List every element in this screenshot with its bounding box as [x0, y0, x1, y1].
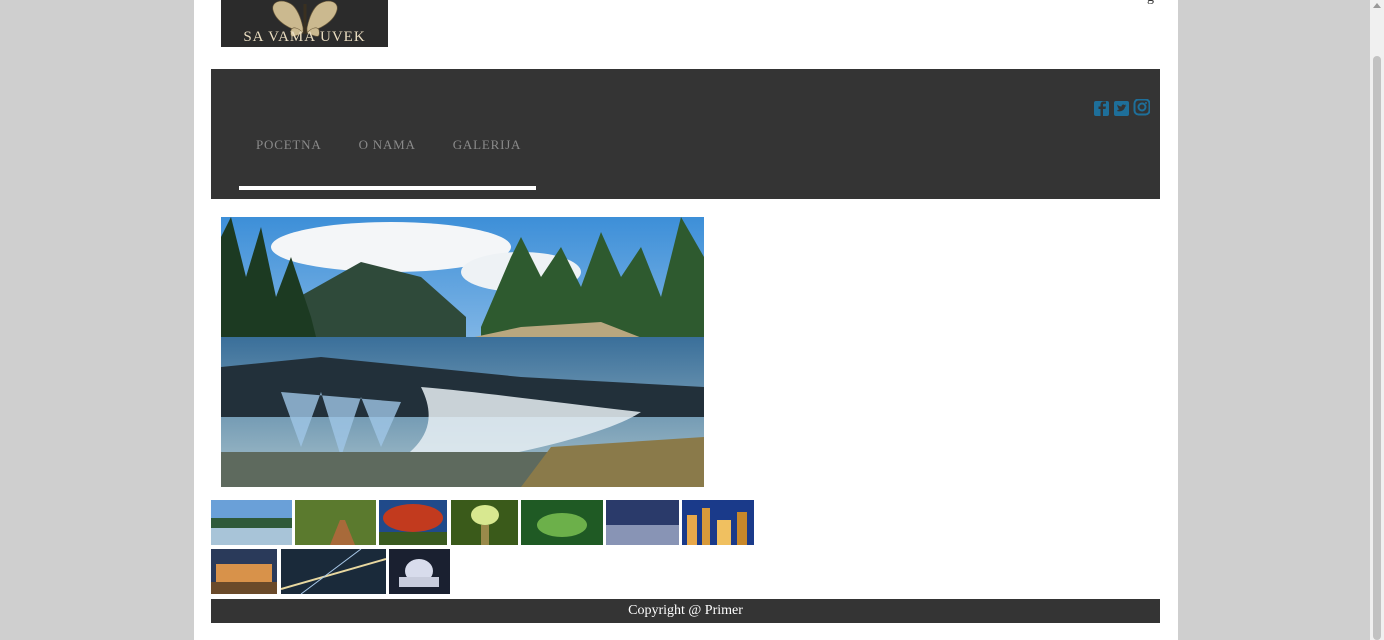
scrollbar-thumb[interactable] [1373, 56, 1381, 640]
nav-item-pocetna[interactable]: POCETNA [256, 137, 322, 153]
nav-item-galerija[interactable]: GALERIJA [453, 137, 522, 153]
facebook-icon[interactable] [1093, 99, 1110, 116]
thumbnail-waterfall[interactable] [211, 500, 292, 545]
thumbnail-city-skyline[interactable] [682, 500, 754, 545]
vertical-scrollbar[interactable] [1370, 0, 1384, 640]
thumbnail-forest-path[interactable] [295, 500, 376, 545]
footer: Copyright @ Primer [211, 599, 1160, 623]
scroll-up-arrow-icon[interactable] [1373, 3, 1381, 8]
hero-image-waterfall [221, 217, 704, 487]
header-text-fragment: g [1147, 0, 1154, 6]
thumbnail-city-night-aerial[interactable] [606, 500, 679, 545]
thumbnail-city-lights-aerial[interactable] [281, 549, 386, 594]
navbar: POCETNA O NAMA GALERIJA [211, 69, 1160, 199]
nav-item-o-nama[interactable]: O NAMA [359, 137, 416, 153]
nav-underline [239, 186, 536, 190]
instagram-icon[interactable] [1133, 98, 1151, 116]
logo-text: SA VAMA UVEK [243, 29, 366, 45]
thumbnail-domed-building-night[interactable] [389, 549, 450, 594]
thumbnail-lit-building-night[interactable] [211, 549, 277, 594]
nav-menu: POCETNA O NAMA GALERIJA [256, 137, 558, 153]
site-logo[interactable]: SA VAMA UVEK [221, 0, 388, 47]
twitter-icon[interactable] [1113, 99, 1130, 116]
thumbnail-autumn-tree[interactable] [379, 500, 447, 545]
social-links [1093, 98, 1151, 116]
thumbnail-sunlit-forest[interactable] [451, 500, 518, 545]
thumbnail-mossy-stream[interactable] [521, 500, 603, 545]
copyright-text: Copyright @ Primer [628, 603, 743, 618]
page-container: SA VAMA UVEK g POCETNA O NAMA GALERIJA [194, 0, 1178, 640]
